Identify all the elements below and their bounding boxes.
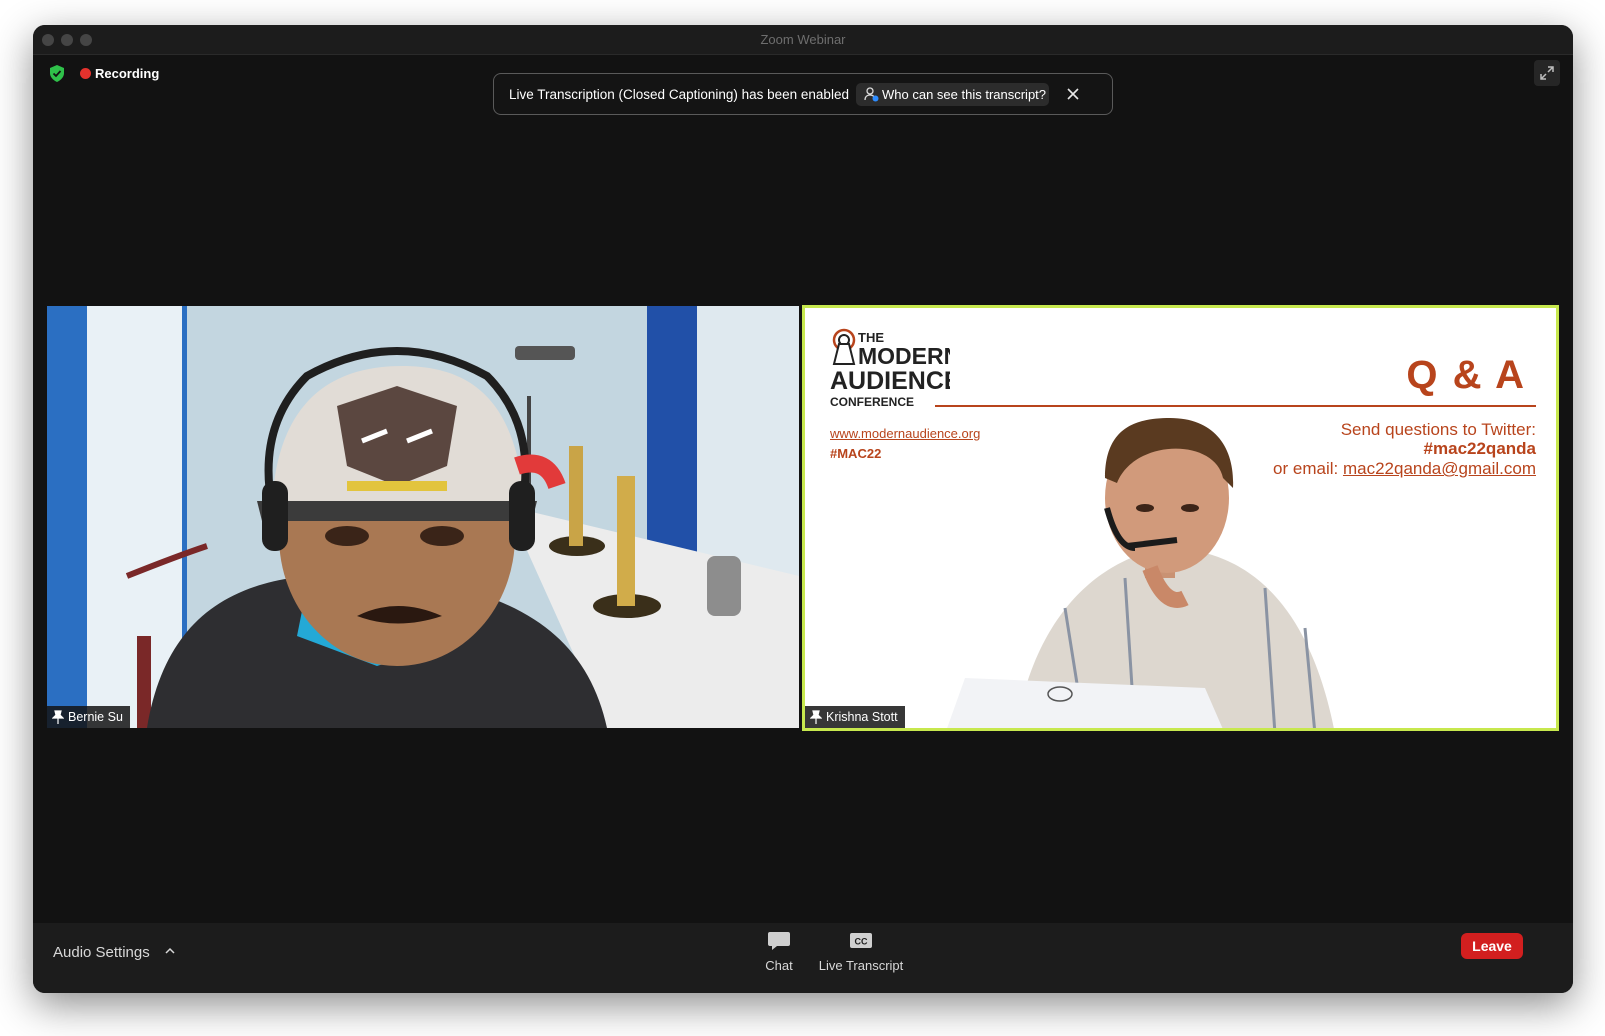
shield-check-icon[interactable] [50,65,64,82]
slide-email-prefix: or email: [1273,459,1339,478]
participant-name-tag: Krishna Stott [805,706,905,728]
fullscreen-button[interactable] [1534,60,1560,86]
video-tile-krishna-stott[interactable]: THE MODERN AUDIENCE CONFERENCE Q & A www… [802,305,1559,731]
cc-glyph: CC [855,937,868,947]
live-transcript-label: Live Transcript [818,958,904,973]
meeting-toolbar: Audio Settings Chat CC Live Transcript L… [33,923,1573,993]
chat-icon [768,932,790,950]
leave-button[interactable]: Leave [1461,933,1523,959]
pin-icon [52,710,64,724]
slide-twitter-tag: #mac22qanda [1423,439,1536,458]
chat-button[interactable]: Chat [755,930,803,973]
closed-caption-icon: CC [850,933,872,948]
window-title: Zoom Webinar [760,32,846,47]
slide-email-link: mac22qanda@gmail.com [1342,459,1536,478]
zoom-window: Zoom Webinar Recording Live Transcriptio… [33,25,1573,993]
chevron-up-icon[interactable] [165,946,175,956]
audio-settings-button[interactable]: Audio Settings [53,944,150,961]
pin-icon [810,710,822,724]
recording-dot-icon [80,68,91,79]
participant-name: Bernie Su [68,710,123,724]
slide-email-line: or email: mac22qanda@gmail.com [1273,459,1536,479]
participant-video [47,306,799,728]
close-icon[interactable] [1066,87,1080,101]
video-tile-bernie-su[interactable]: Bernie Su [47,306,799,728]
participant-name-tag: Bernie Su [47,706,130,728]
notice-text: Live Transcription (Closed Captioning) h… [509,87,849,102]
transcription-notice: Live Transcription (Closed Captioning) h… [493,73,1113,115]
participant-name: Krishna Stott [826,710,898,724]
who-can-see-transcript-button[interactable]: Who can see this transcript? [856,83,1049,106]
title-bar: Zoom Webinar [33,25,1573,55]
slide-send-questions: Send questions to Twitter: [1340,420,1536,439]
person-info-icon [864,87,879,102]
who-button-label: Who can see this transcript? [882,87,1047,102]
live-transcript-button[interactable]: CC Live Transcript [815,930,907,973]
recording-label: Recording [95,66,160,81]
expand-icon [1540,66,1554,80]
chat-label: Chat [765,958,793,973]
speaker-video [947,418,1334,728]
